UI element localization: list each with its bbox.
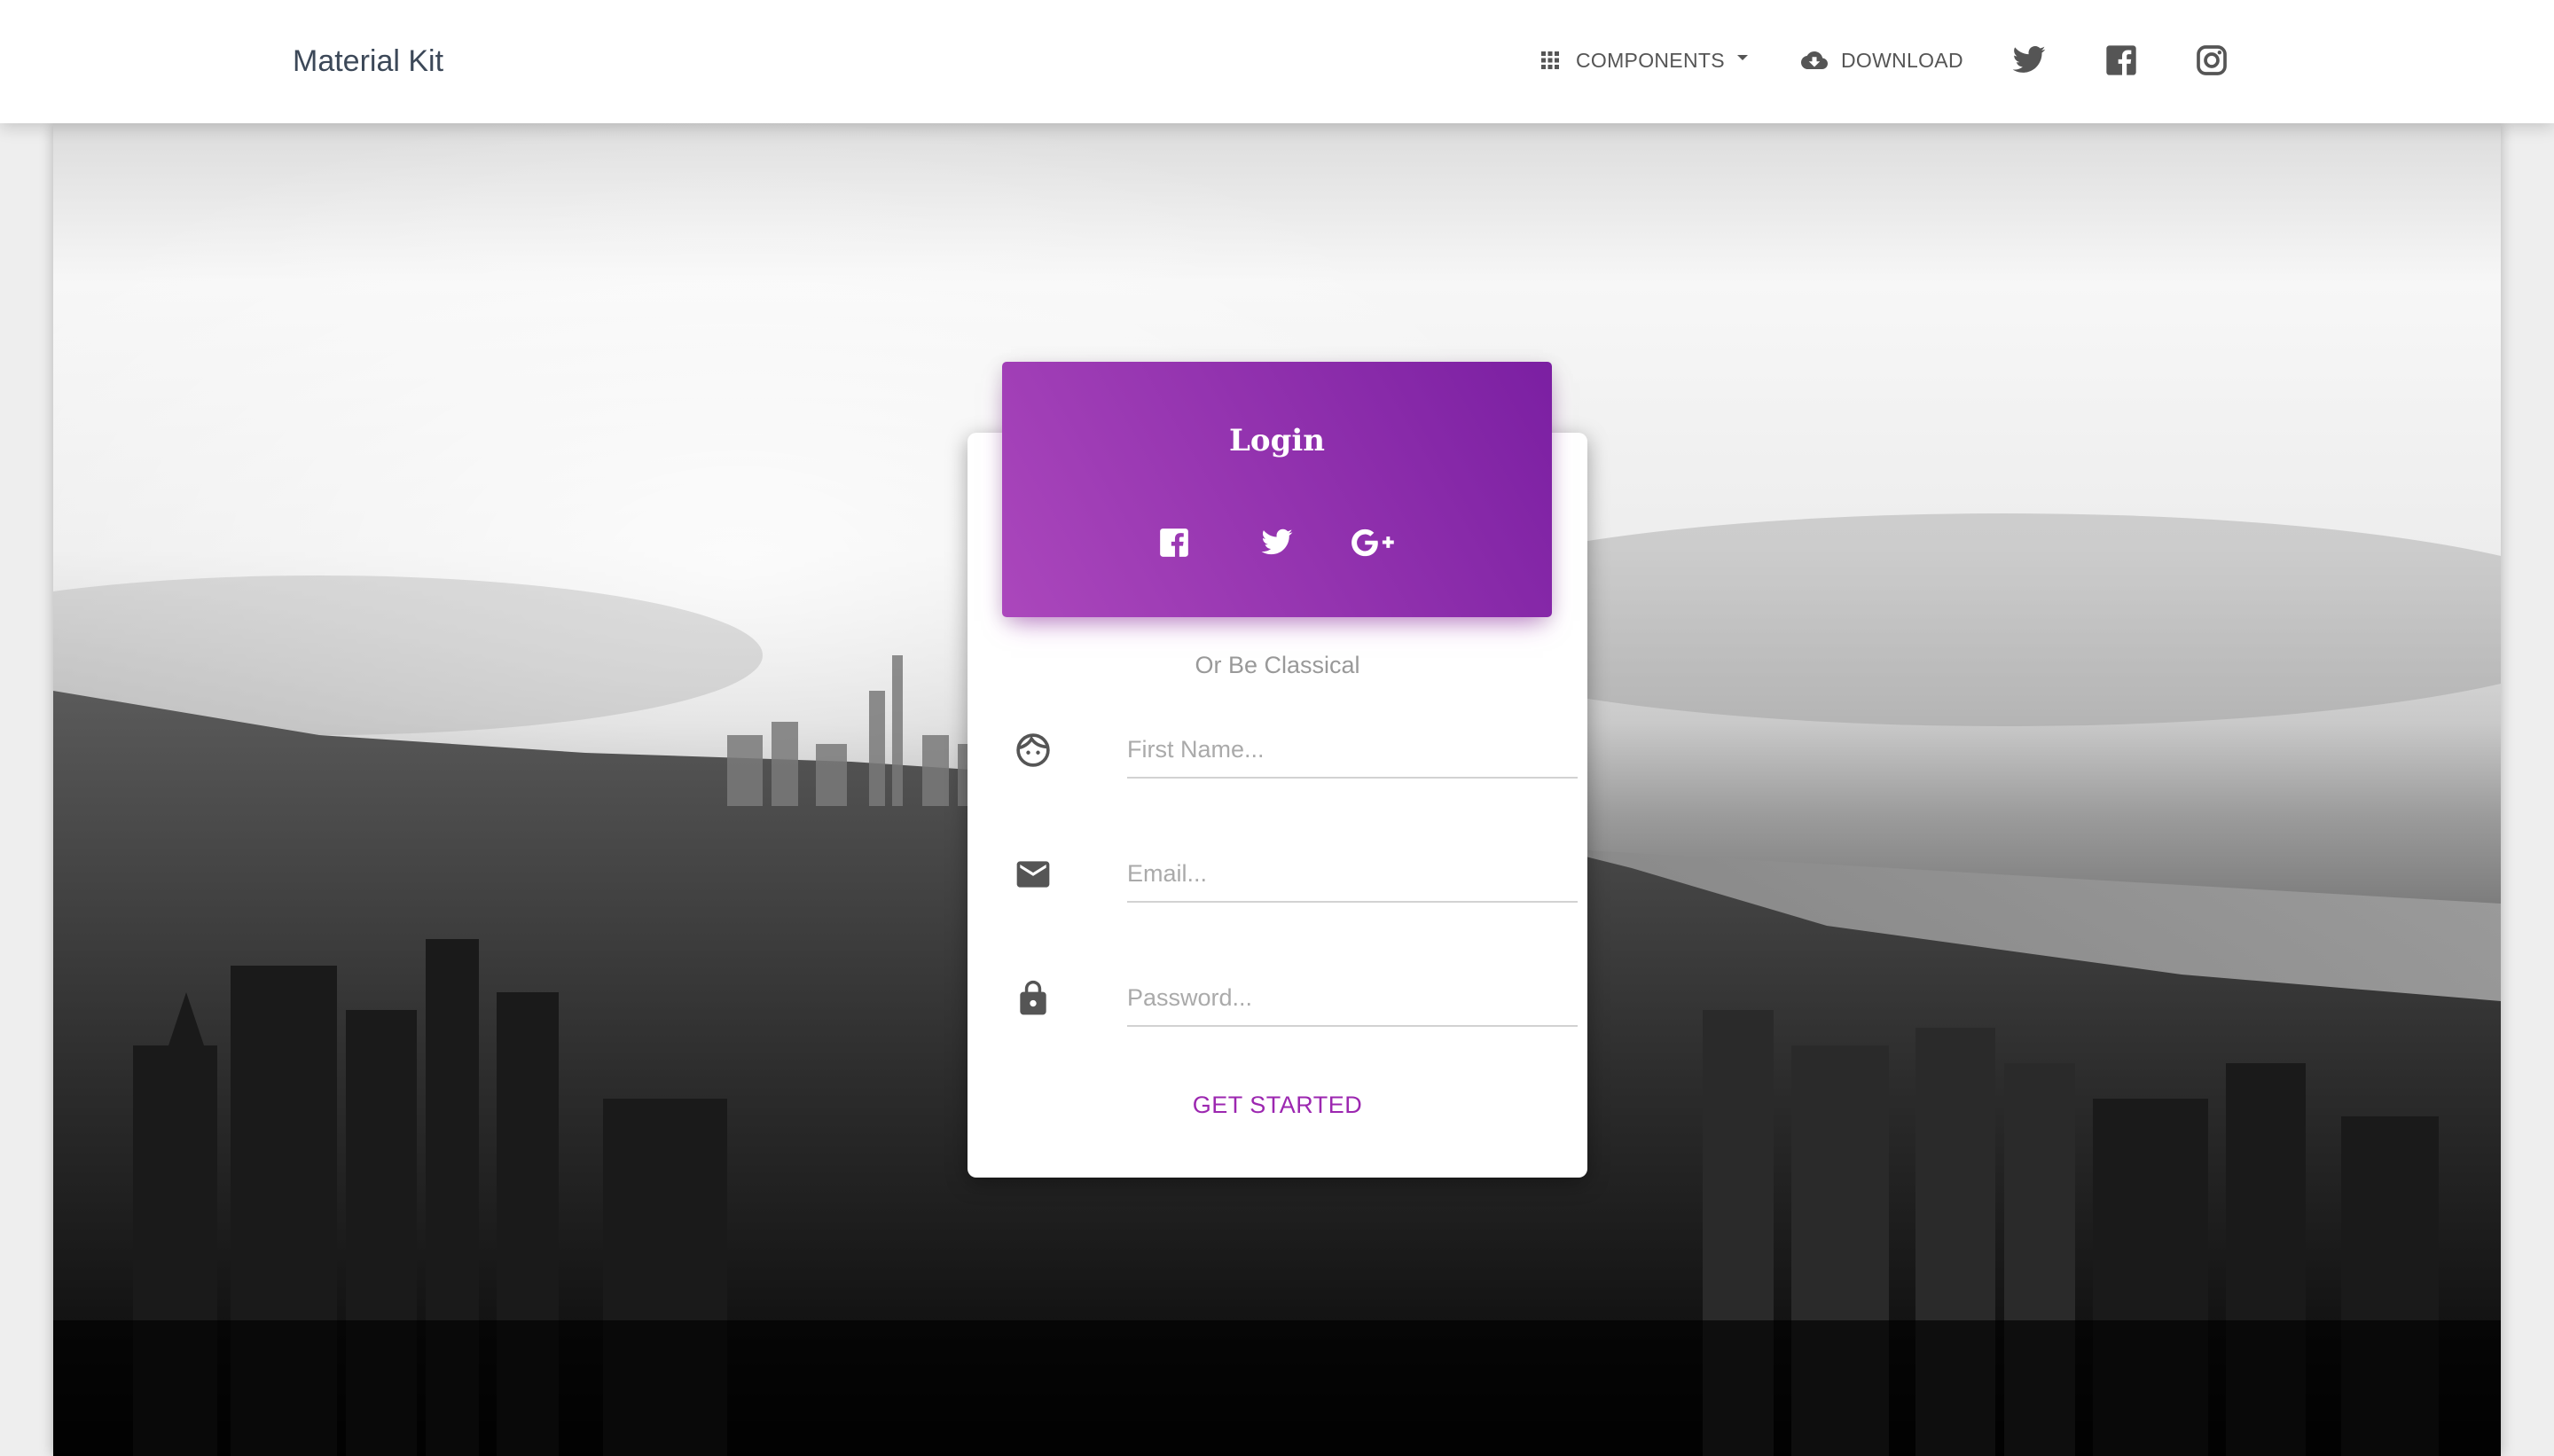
google-plus-login-button[interactable] — [1346, 514, 1403, 571]
email-input[interactable] — [1127, 846, 1578, 903]
login-title: Login — [1229, 423, 1325, 458]
facebook-login-button[interactable] — [1146, 514, 1203, 571]
get-started-button[interactable]: GET STARTED — [968, 1085, 1587, 1124]
first-name-field — [1014, 722, 1578, 784]
divider-text: Or Be Classical — [1195, 652, 1360, 678]
cloud-download-icon — [1801, 51, 1828, 69]
facebook-icon — [1160, 528, 1188, 557]
download-link[interactable]: DOWNLOAD — [1797, 44, 1963, 76]
password-field — [1014, 970, 1578, 1032]
instagram-icon[interactable] — [2194, 43, 2229, 78]
lock-icon — [1020, 980, 1046, 1015]
face-icon — [1016, 733, 1050, 767]
email-field — [1014, 846, 1578, 908]
mail-icon — [1016, 861, 1050, 888]
brand-logo-link[interactable]: Material Kit — [293, 39, 443, 83]
login-card-header: Login — [1002, 362, 1552, 617]
components-label: COMPONENTS — [1576, 49, 1725, 72]
components-dropdown[interactable]: COMPONENTS — [1537, 44, 1750, 76]
first-name-input[interactable] — [1127, 722, 1578, 779]
twitter-login-button[interactable] — [1249, 514, 1305, 571]
twitter-icon[interactable] — [2011, 43, 2047, 78]
facebook-icon[interactable] — [2104, 43, 2139, 78]
twitter-icon — [1261, 528, 1293, 555]
google-plus-icon — [1351, 528, 1394, 557]
apps-icon — [1541, 51, 1559, 69]
top-navbar: Material Kit COMPONENTS DOWNLOAD — [0, 0, 2554, 123]
download-label: DOWNLOAD — [1841, 49, 1963, 72]
caret-down-icon — [1736, 55, 1748, 60]
password-input[interactable] — [1127, 970, 1578, 1027]
